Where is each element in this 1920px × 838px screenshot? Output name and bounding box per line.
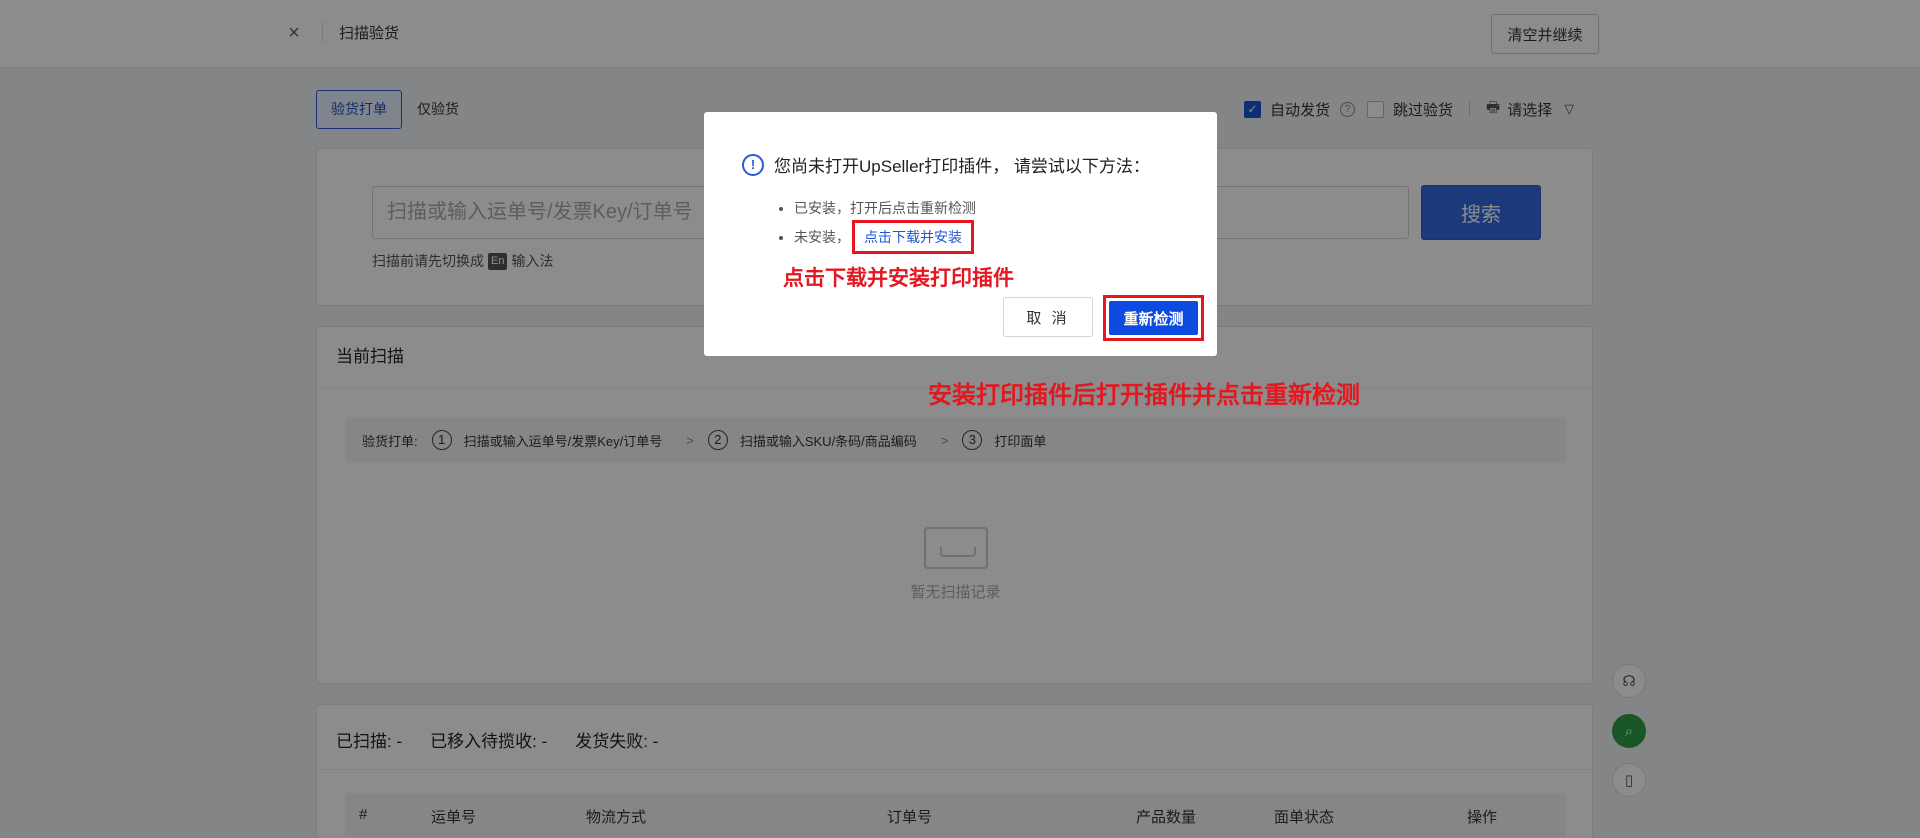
cancel-button[interactable]: 取 消: [1003, 297, 1093, 337]
info-icon: !: [742, 153, 764, 176]
plugin-dialog: ! 您尚未打开UpSeller打印插件， 请尝试以下方法： 已安装，打开后点击重…: [704, 112, 1217, 356]
dialog-title-text: 您尚未打开UpSeller打印插件， 请尝试以下方法：: [774, 157, 1150, 176]
download-install-link[interactable]: 点击下载并安装: [852, 220, 974, 254]
annotation-recheck: 安装打印插件后打开插件并点击重新检测: [928, 382, 1360, 409]
list-item-prefix: 未安装，: [794, 229, 850, 245]
list-item: 未安装，点击下载并安装: [794, 220, 976, 254]
list-item: 已安装，打开后点击重新检测: [794, 196, 976, 220]
recheck-highlight: 重新检测: [1103, 295, 1204, 341]
annotation-download: 点击下载并安装打印插件: [783, 267, 1014, 290]
recheck-button[interactable]: 重新检测: [1109, 301, 1198, 335]
method-list: 已安装，打开后点击重新检测 未安装，点击下载并安装: [794, 196, 976, 254]
dialog-title: ! 您尚未打开UpSeller打印插件， 请尝试以下方法：: [742, 152, 1150, 177]
